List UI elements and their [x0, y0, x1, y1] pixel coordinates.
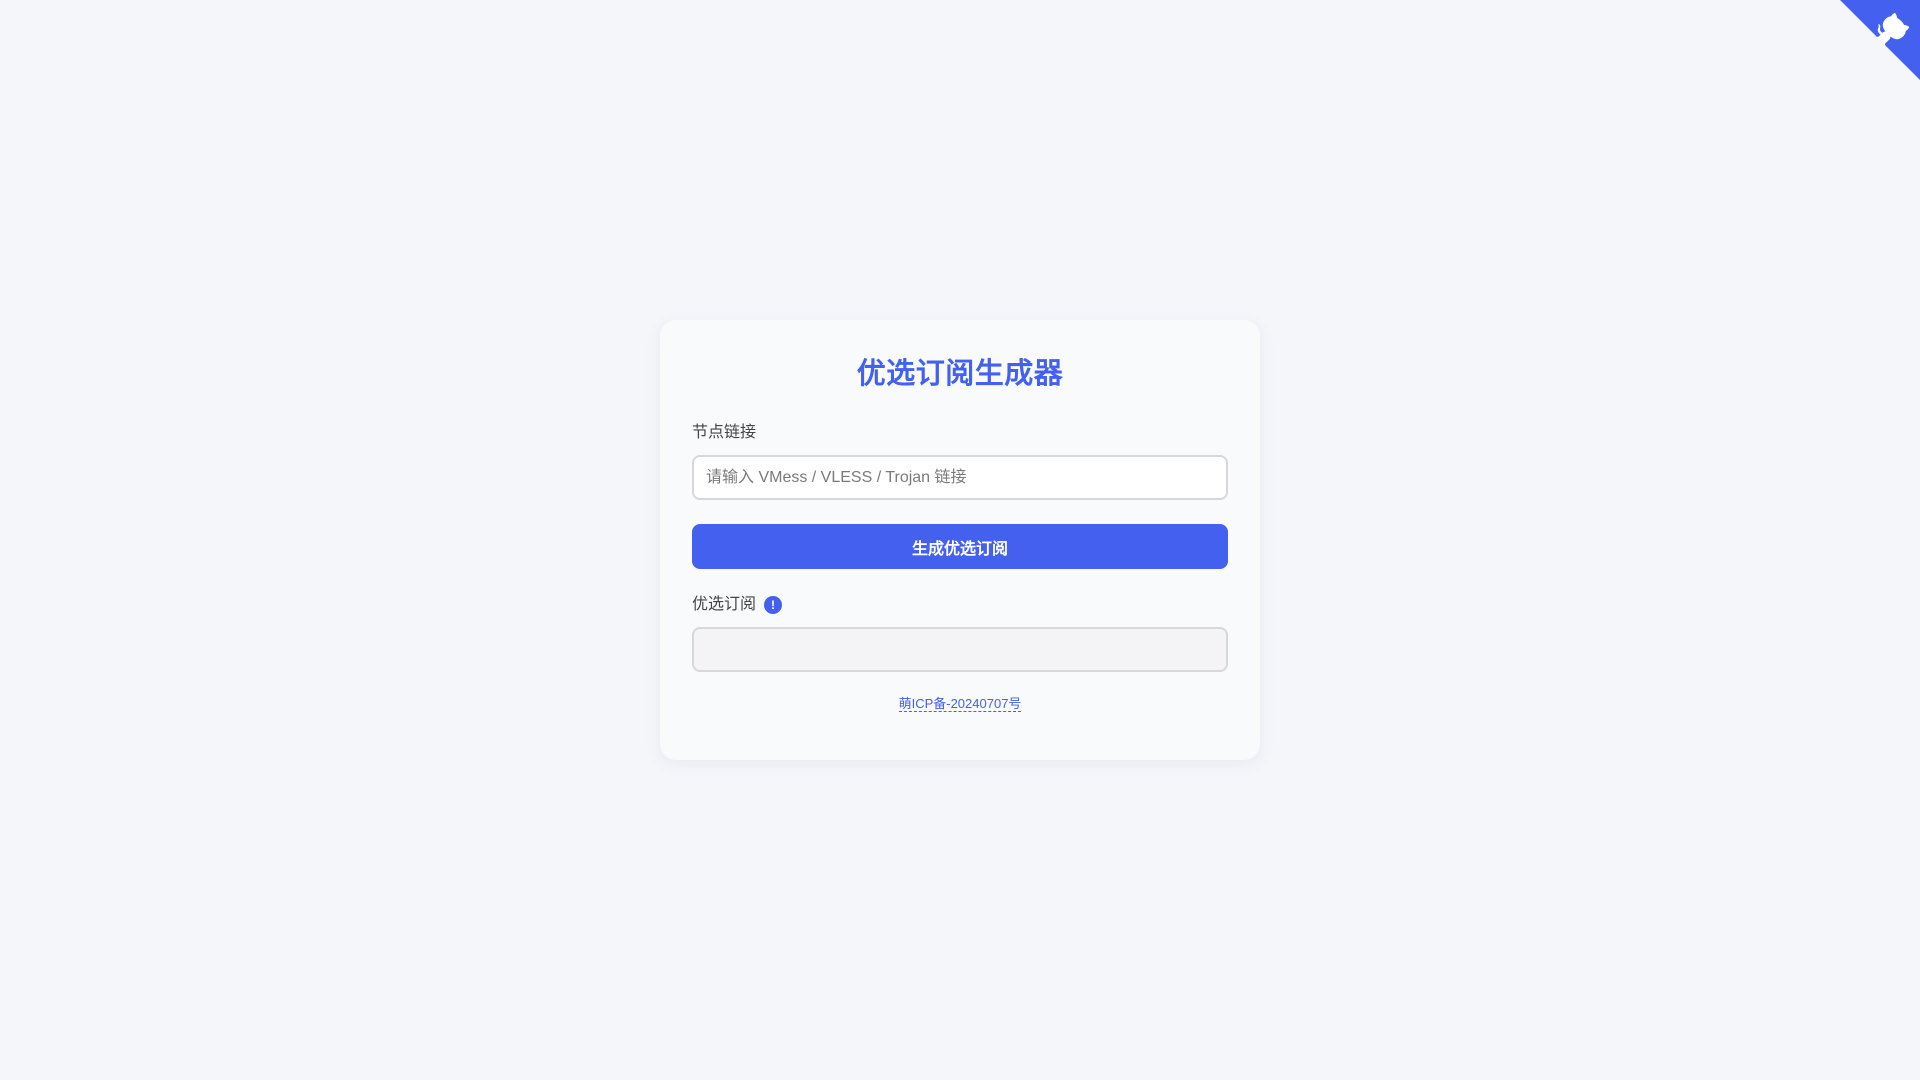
node-link-input[interactable]: [692, 455, 1228, 500]
subscription-label: 优选订阅: [692, 596, 757, 613]
generate-subscription-button[interactable]: 生成优选订阅: [692, 524, 1228, 569]
subscription-output-field[interactable]: [692, 627, 1228, 672]
node-link-label: 节点链接: [692, 424, 757, 441]
page-title: 优选订阅生成器: [856, 358, 1064, 390]
generator-card: 优选订阅生成器 节点链接 生成优选订阅 优选订阅 ! 萌ICP备-2024070…: [660, 320, 1260, 760]
icp-link[interactable]: 萌ICP备-20240707号: [898, 696, 1022, 712]
info-icon[interactable]: !: [764, 596, 783, 614]
github-octocat-icon: [1840, 0, 1920, 80]
subscription-label-row: 优选订阅 !: [692, 594, 1228, 616]
github-corner-link[interactable]: [1840, 0, 1920, 80]
footer: 萌ICP备-20240707号: [692, 696, 1228, 712]
